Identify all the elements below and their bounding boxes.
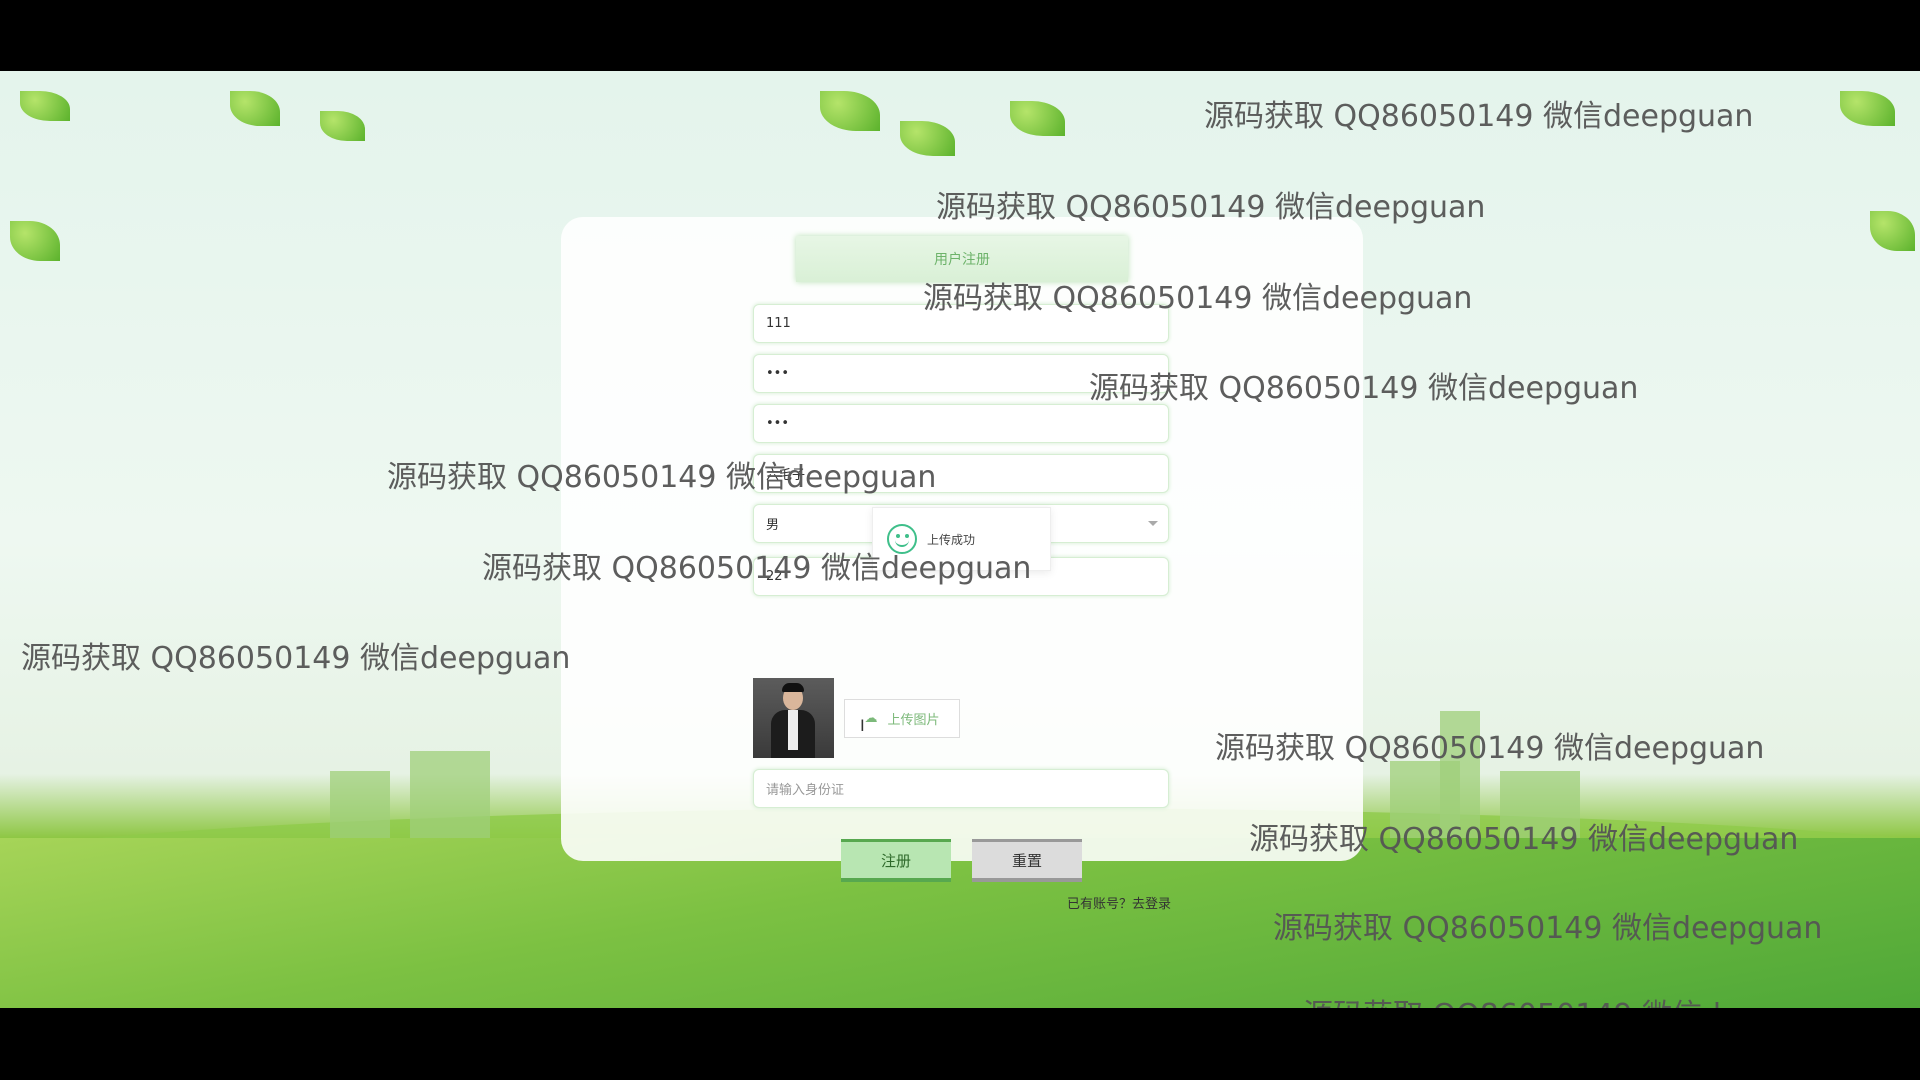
watermark: 源码获取 QQ86050149 微信deepguan xyxy=(1273,911,1823,946)
watermark: 源码获取 QQ86050149 微信deepguan xyxy=(1215,731,1765,766)
watermark: 源码获取 QQ86050149 微信deepguan xyxy=(1089,371,1639,406)
watermark: 源码获取 QQ86050149 微信deepguan xyxy=(1303,990,1852,1008)
confirm-password-input[interactable]: ••• xyxy=(753,404,1169,443)
register-button[interactable]: 注册 xyxy=(841,839,951,882)
watermark: 源码获取 QQ86050149 微信deepguan xyxy=(387,460,937,495)
watermark: 源码获取 QQ86050149 微信deepguan xyxy=(1249,822,1799,857)
text-cursor-icon: I xyxy=(860,716,865,735)
id-card-placeholder: 请输入身份证 xyxy=(766,783,845,798)
upload-label: 上传图片 xyxy=(887,713,940,728)
leaf-decoration xyxy=(1840,91,1895,126)
leaf-decoration xyxy=(10,221,60,261)
leaf-decoration xyxy=(1870,211,1915,251)
id-card-input[interactable]: 请输入身份证 xyxy=(753,769,1169,808)
watermark: 源码获取 QQ86050149 微信deepguan xyxy=(923,281,1473,316)
leaf-decoration xyxy=(20,91,70,121)
cloud-upload-icon: ☁ xyxy=(864,711,878,726)
gender-value: 男 xyxy=(766,518,780,533)
avatar-preview xyxy=(753,678,834,758)
leaf-decoration xyxy=(820,91,880,131)
watermark: 源码获取 QQ86050149 微信deepguan xyxy=(936,190,1486,225)
leaf-decoration xyxy=(1010,101,1065,136)
login-link[interactable]: 已有账号？去登录 xyxy=(1067,893,1171,912)
leaf-decoration xyxy=(230,91,280,126)
watermark: 源码获取 QQ86050149 微信deepguan xyxy=(482,551,1032,586)
reset-button[interactable]: 重置 xyxy=(972,839,1082,882)
watermark: 源码获取 QQ86050149 微信deepguan xyxy=(1204,99,1754,134)
leaf-decoration xyxy=(900,121,955,156)
leaf-decoration xyxy=(320,111,365,141)
background: 用户注册 111 ••• ••• 六毛子 男 22 ☁ 上传图片 请输入身份证 注… xyxy=(0,71,1920,1008)
chevron-down-icon xyxy=(1148,521,1158,531)
watermark: 源码获取 QQ86050149 微信deepguan xyxy=(21,641,571,676)
